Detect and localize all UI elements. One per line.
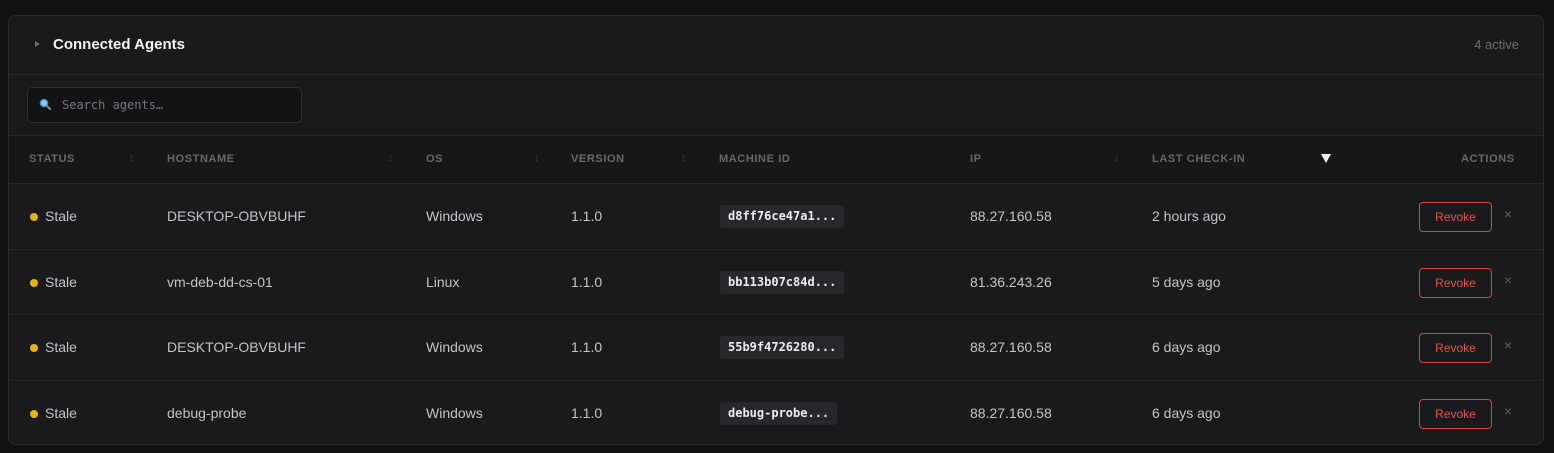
column-header-machine-id[interactable]: MACHINE ID bbox=[719, 153, 790, 165]
hostname-cell: vm-deb-dd-cs-01 bbox=[167, 273, 273, 290]
sort-icon[interactable]: ↕ bbox=[129, 154, 134, 164]
last-check-in-cell: 5 days ago bbox=[1152, 273, 1221, 290]
os-cell: Windows bbox=[426, 208, 483, 224]
close-icon[interactable]: × bbox=[1504, 206, 1512, 222]
close-icon[interactable]: × bbox=[1504, 272, 1512, 288]
last-check-in-cell: 6 days ago bbox=[1152, 404, 1221, 421]
os-cell: Windows bbox=[426, 404, 483, 421]
search-area bbox=[9, 75, 1543, 136]
version-cell: 1.1.0 bbox=[571, 404, 603, 421]
revoke-button[interactable]: Revoke bbox=[1419, 333, 1492, 363]
panel-header: Connected Agents 4 active bbox=[9, 16, 1543, 75]
search-input[interactable] bbox=[62, 88, 294, 122]
machine-id-chip: bb113b07c84d... bbox=[720, 270, 845, 294]
revoke-button[interactable]: Revoke bbox=[1419, 202, 1492, 232]
table-row: Stale DESKTOP-OBVBUHF Windows 1.1.0 55b9… bbox=[9, 315, 1543, 381]
column-header-status[interactable]: STATUS bbox=[29, 153, 75, 165]
table-row: Stale vm-deb-dd-cs-01 Linux 1.1.0 bb113b… bbox=[9, 250, 1543, 315]
status-dot-icon bbox=[30, 213, 38, 221]
column-header-os[interactable]: OS bbox=[426, 153, 443, 165]
last-check-in-cell: 6 days ago bbox=[1152, 339, 1221, 355]
sort-icon[interactable]: ↕ bbox=[681, 154, 686, 164]
hostname-cell: DESKTOP-OBVBUHF bbox=[167, 339, 306, 355]
sort-icon[interactable]: ↕ bbox=[534, 154, 539, 164]
table-header: STATUS ↕ HOSTNAME ↕ OS ↕ VERSION ↕ MACHI… bbox=[9, 136, 1543, 184]
caret-right-icon[interactable] bbox=[35, 41, 40, 47]
hostname-cell: DESKTOP-OBVBUHF bbox=[167, 208, 306, 224]
hostname-cell: debug-probe bbox=[167, 404, 247, 421]
ip-cell: 88.27.160.58 bbox=[970, 208, 1052, 224]
status-cell: Stale bbox=[45, 208, 77, 224]
version-cell: 1.1.0 bbox=[571, 208, 603, 224]
sort-icon[interactable]: ↕ bbox=[1114, 154, 1119, 164]
last-check-in-cell: 2 hours ago bbox=[1152, 208, 1226, 224]
version-cell: 1.1.0 bbox=[571, 273, 603, 290]
machine-id-chip: 55b9f4726280... bbox=[720, 336, 845, 359]
ip-cell: 81.36.243.26 bbox=[970, 273, 1052, 290]
active-count-badge: 4 active bbox=[1474, 37, 1519, 52]
column-header-version[interactable]: VERSION bbox=[571, 153, 625, 165]
search-icon bbox=[39, 97, 51, 110]
column-header-actions: ACTIONS bbox=[1461, 153, 1515, 165]
sort-icon[interactable]: ↕ bbox=[388, 154, 393, 164]
status-dot-icon bbox=[30, 344, 38, 352]
sort-desc-icon[interactable] bbox=[1321, 154, 1331, 163]
status-cell: Stale bbox=[45, 404, 77, 421]
ip-cell: 88.27.160.58 bbox=[970, 404, 1052, 421]
column-header-last-check-in[interactable]: LAST CHECK-IN bbox=[1152, 153, 1245, 165]
close-icon[interactable]: × bbox=[1504, 403, 1512, 419]
panel-title: Connected Agents bbox=[53, 36, 185, 53]
search-box[interactable] bbox=[27, 87, 302, 123]
close-icon[interactable]: × bbox=[1504, 337, 1512, 353]
table-body: Stale DESKTOP-OBVBUHF Windows 1.1.0 d8ff… bbox=[9, 184, 1543, 445]
revoke-button[interactable]: Revoke bbox=[1419, 267, 1492, 298]
os-cell: Linux bbox=[426, 273, 460, 290]
revoke-button[interactable]: Revoke bbox=[1419, 398, 1492, 429]
ip-cell: 88.27.160.58 bbox=[970, 339, 1052, 355]
connected-agents-panel: Connected Agents 4 active STATUS ↕ HOSTN… bbox=[8, 15, 1544, 445]
machine-id-chip: debug-probe... bbox=[720, 401, 838, 425]
status-cell: Stale bbox=[45, 339, 77, 355]
table-row: Stale debug-probe Windows 1.1.0 debug-pr… bbox=[9, 381, 1543, 445]
machine-id-chip: d8ff76ce47a1... bbox=[720, 205, 845, 228]
status-cell: Stale bbox=[45, 273, 77, 290]
table-row: Stale DESKTOP-OBVBUHF Windows 1.1.0 d8ff… bbox=[9, 184, 1543, 250]
status-dot-icon bbox=[30, 278, 38, 287]
status-dot-icon bbox=[30, 409, 38, 418]
column-header-ip[interactable]: IP bbox=[970, 153, 982, 165]
version-cell: 1.1.0 bbox=[571, 339, 603, 355]
os-cell: Windows bbox=[426, 339, 483, 355]
column-header-hostname[interactable]: HOSTNAME bbox=[167, 153, 235, 165]
